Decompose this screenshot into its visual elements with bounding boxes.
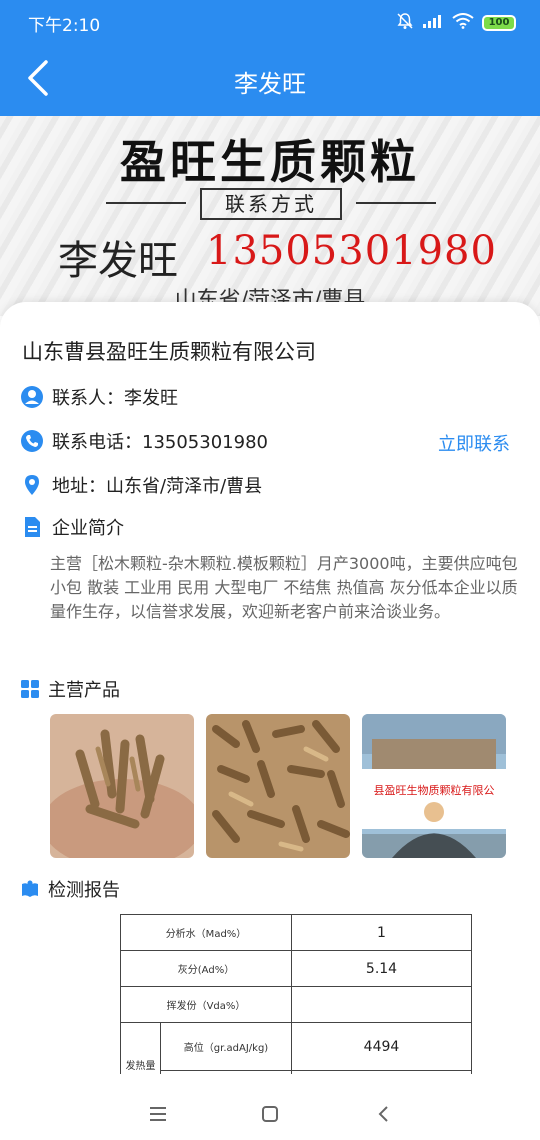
menu-icon[interactable] [144,1100,172,1128]
report-title: 检测报告 [48,880,120,901]
intro-title-row: 企业简介 [20,514,124,540]
intro-title: 企业简介 [52,518,124,539]
product-image-pellets-pile[interactable] [206,714,350,858]
report-value: 5.14 [291,950,472,987]
report-label: 分析水（Mad%） [120,914,292,951]
report-value [291,986,472,1023]
table-row: 分析水（Mad%） 1 [120,914,472,951]
phone-row: 联系电话：13505301980 [20,428,268,454]
report-label: 挥发份（Vda%） [120,986,292,1023]
table-row: 挥发份（Vda%） [120,986,472,1023]
banner-image: 盈旺生质颗粒 联系方式 李发旺 13505301980 山东省/菏泽市/曹县 [0,116,540,316]
status-icons: 100 [396,12,516,34]
banner-phone: 13505301980 [206,228,497,274]
report-value: 4494 [291,1022,472,1071]
banner-subtitle: 联系方式 [200,188,342,220]
product-gallery: 县盈旺生物质颗粒有限公 [50,714,506,858]
status-time: 下午2:10 [28,16,101,36]
page-title: 李发旺 [234,70,306,98]
status-bar: 下午2:10 100 [0,0,540,44]
report-label: 发热量 [120,1022,161,1074]
home-icon[interactable] [256,1100,284,1128]
top-nav-bar: 李发旺 [0,44,540,116]
document-icon [20,515,44,539]
report-cell-empty [291,1070,472,1074]
contact-now-link[interactable]: 立即联系 [438,430,510,456]
table-row [121,1070,472,1074]
products-title-row: 主营产品 [20,676,120,702]
banner-name: 李发旺 [58,238,178,284]
address-text: 地址：山东省/菏泽市/曹县 [52,476,263,497]
company-info-card: 山东曹县盈旺生质颗粒有限公司 联系人：李发旺 联系电话：13505301980 … [0,302,540,1092]
contact-person-row: 联系人：李发旺 [20,384,178,410]
grid-icon [20,679,40,699]
person-icon [20,385,44,409]
product-image-company-sign[interactable]: 县盈旺生物质颗粒有限公 [362,714,506,858]
table-row: 灰分(Ad%） 5.14 [120,950,472,987]
report-value: 1 [291,914,472,951]
book-icon [20,879,40,899]
products-title: 主营产品 [48,680,120,701]
battery-icon: 100 [482,15,516,31]
contact-person-text: 联系人：李发旺 [52,388,178,409]
system-nav-bar [0,1088,540,1140]
phone-text: 联系电话：13505301980 [52,432,268,453]
wifi-icon [452,13,474,33]
address-row: 地址：山东省/菏泽市/曹县 [20,472,262,498]
mute-bell-icon [396,12,414,34]
phone-icon [20,429,44,453]
table-row: 发热量 高位（gr.adAJ/kg) 4494 [120,1022,472,1074]
location-pin-icon [20,473,44,497]
banner-title: 盈旺生质颗粒 [120,135,420,189]
company-sign-text: 县盈旺生物质颗粒有限公 [374,783,495,797]
intro-text: 主营［松木颗粒-杂木颗粒.模板颗粒］月产3000吨，主要供应吨包 小包 散装 工… [50,554,518,621]
back-icon[interactable] [370,1100,398,1128]
inspection-report-image[interactable]: 分析水（Mad%） 1 灰分(Ad%） 5.14 挥发份（Vda%） 发热量 高… [50,914,520,1074]
banner-divider [356,202,436,204]
signal-icon [422,13,444,33]
banner-divider [106,202,186,204]
report-label: 高位（gr.adAJ/kg) [160,1022,292,1071]
report-cell-empty [160,1070,292,1074]
report-table: 分析水（Mad%） 1 灰分(Ad%） 5.14 挥发份（Vda%） 发热量 高… [120,914,472,1074]
report-label: 灰分(Ad%） [120,950,292,987]
report-title-row: 检测报告 [20,876,120,902]
product-image-pellets-in-hand[interactable] [50,714,194,858]
company-name: 山东曹县盈旺生质颗粒有限公司 [22,340,316,364]
